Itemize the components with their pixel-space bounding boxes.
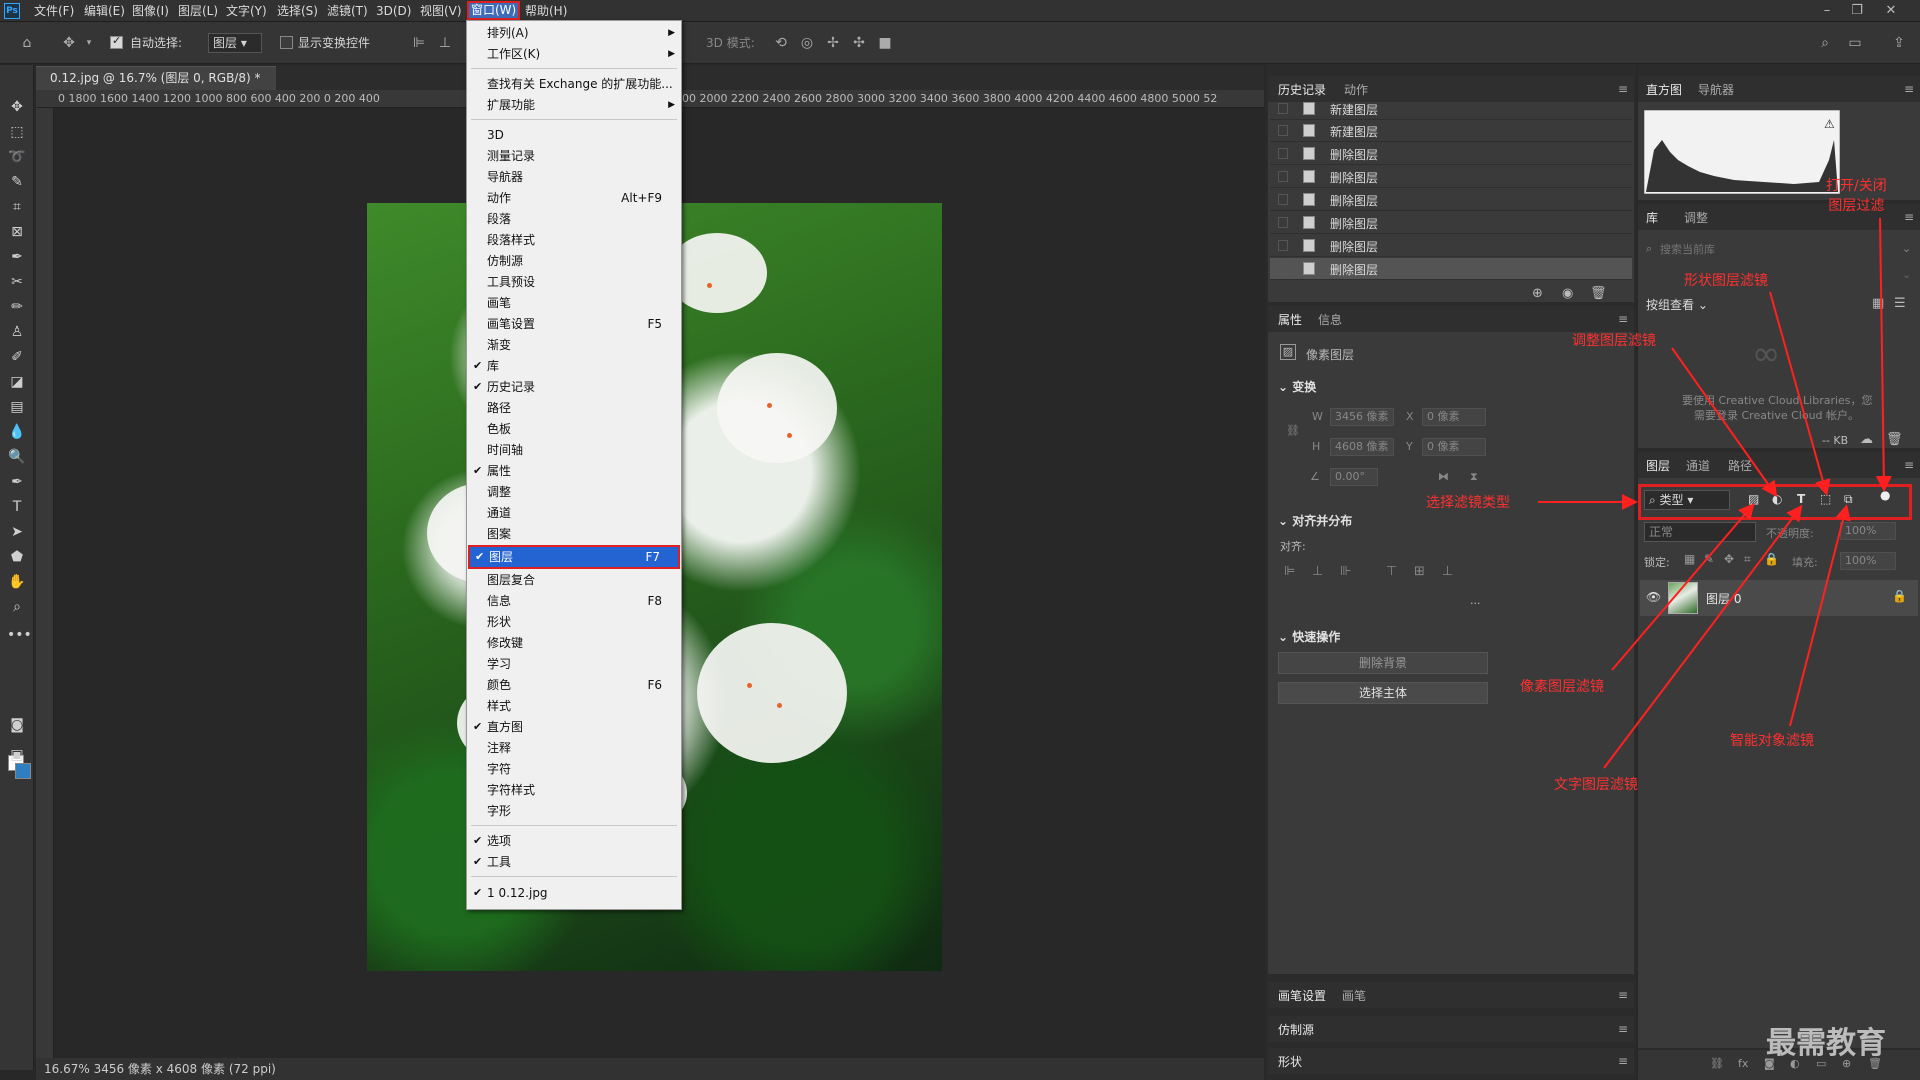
watermark: 最需教育 [1766,1026,1886,1061]
arrow-shape-filter [1769,291,1831,496]
arrow-text-filter [1603,504,1803,769]
arrow-adjust-filter [1671,347,1778,498]
arrow-pixel-filter [1611,502,1755,671]
annotation-arrows [1538,217,1892,769]
arrow-toggle-filter [1875,217,1892,492]
arrow-smart-filter [1789,504,1851,727]
